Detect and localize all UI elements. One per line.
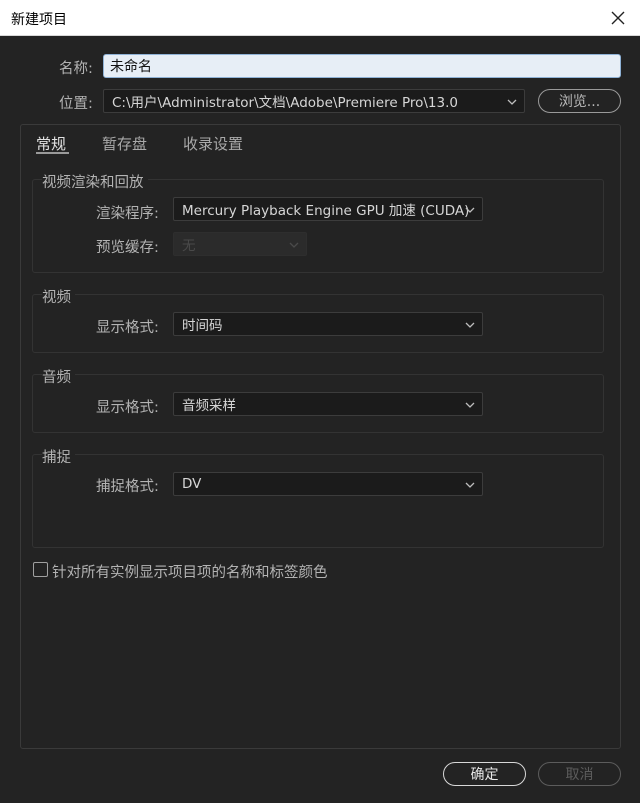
title-bar: 新建项目 — [0, 0, 640, 36]
capture-section-title: 捕捉 — [42, 446, 75, 467]
preview-cache-select: 无 — [173, 232, 307, 256]
chevron-down-icon — [289, 242, 299, 248]
tab-scratch-disks[interactable]: 暂存盘 — [102, 133, 147, 154]
show-label-colors-label: 针对所有实例显示项目项的名称和标签颜色 — [52, 565, 328, 581]
window-title: 新建项目 — [11, 12, 67, 28]
chevron-down-icon — [465, 322, 475, 328]
capture-format-label: 捕捉格式: — [96, 479, 159, 495]
cancel-button[interactable]: 取消 — [538, 762, 621, 786]
location-label: 位置: — [59, 96, 93, 112]
location-select[interactable]: C:\用户\Administrator\文档\Adobe\Premiere Pr… — [103, 89, 525, 113]
location-value: C:\用户\Administrator\文档\Adobe\Premiere Pr… — [112, 95, 458, 111]
browse-button[interactable]: 浏览... — [538, 89, 621, 113]
chevron-down-icon — [507, 99, 517, 105]
audio-display-format-value: 音频采样 — [182, 398, 236, 414]
show-label-colors-checkbox[interactable] — [33, 562, 48, 577]
audio-section-title: 音频 — [42, 366, 75, 387]
video-display-format-label: 显示格式: — [96, 320, 159, 336]
render-section-title: 视频渲染和回放 — [42, 171, 148, 192]
capture-format-value: DV — [182, 476, 202, 492]
renderer-select[interactable]: Mercury Playback Engine GPU 加速 (CUDA) — [173, 197, 483, 221]
name-label: 名称: — [59, 61, 93, 77]
chevron-down-icon — [465, 482, 475, 488]
tab-active-indicator — [36, 152, 69, 154]
video-display-format-select[interactable]: 时间码 — [173, 312, 483, 336]
chevron-down-icon — [465, 402, 475, 408]
ok-button[interactable]: 确定 — [443, 762, 526, 786]
close-button[interactable] — [604, 4, 632, 32]
render-playback-group — [32, 179, 604, 273]
tab-ingest-settings[interactable]: 收录设置 — [183, 133, 243, 154]
audio-display-format-select[interactable]: 音频采样 — [173, 392, 483, 416]
tab-general[interactable]: 常规 — [36, 133, 66, 154]
chevron-down-icon — [465, 207, 475, 213]
preview-cache-label: 预览缓存: — [96, 240, 159, 256]
video-section-title: 视频 — [42, 286, 75, 307]
capture-format-select[interactable]: DV — [173, 472, 483, 496]
preview-cache-value: 无 — [182, 238, 196, 254]
video-display-format-value: 时间码 — [182, 318, 223, 334]
audio-display-format-label: 显示格式: — [96, 400, 159, 416]
close-icon — [611, 11, 625, 25]
renderer-label: 渲染程序: — [96, 206, 159, 222]
renderer-value: Mercury Playback Engine GPU 加速 (CUDA) — [182, 203, 470, 219]
project-name-input[interactable] — [103, 54, 621, 78]
capture-group — [32, 454, 604, 548]
